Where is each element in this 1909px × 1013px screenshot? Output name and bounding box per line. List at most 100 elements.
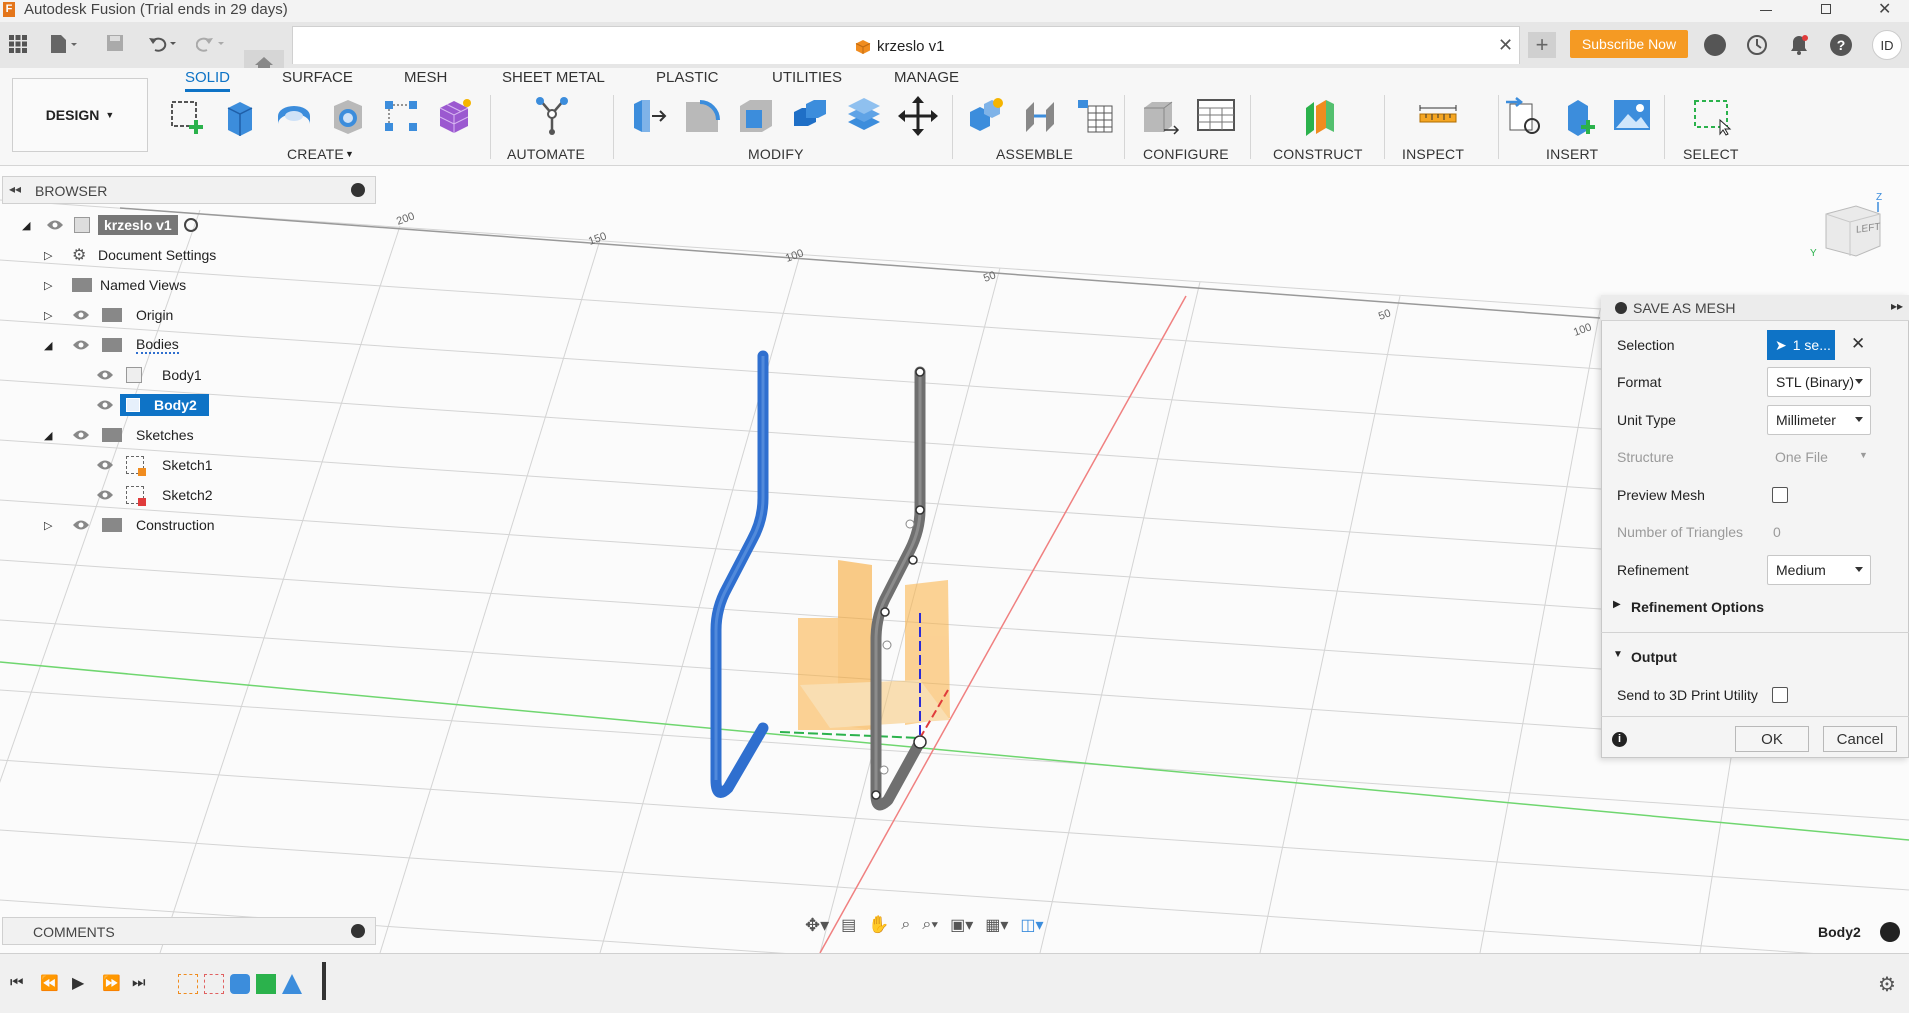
offset-plane-icon[interactable] [1300,96,1340,136]
timeline-sketch1-icon[interactable] [178,974,198,994]
format-select[interactable]: STL (Binary) [1767,367,1871,397]
activate-radio-icon[interactable] [183,218,198,232]
browser-item-document-settings[interactable]: ▷ ⚙ Document Settings [44,242,216,268]
browser-item-construction[interactable]: ▷ Construction [44,512,215,538]
timeline-sketch-active-icon[interactable] [282,974,302,994]
expand-triangle-icon[interactable]: ▷ [44,309,72,322]
fillet-icon[interactable] [682,96,722,136]
create-form-icon[interactable] [434,96,474,136]
add-comment-icon[interactable] [351,924,365,938]
revolve-icon[interactable] [274,96,314,136]
collapse-triangle-icon[interactable]: ◢ [44,339,72,352]
visibility-eye-icon[interactable] [72,309,90,321]
preview-mesh-checkbox[interactable] [1772,487,1788,503]
new-component-icon[interactable] [966,96,1006,136]
grid-snap-icon[interactable]: ▦▾ [985,915,1008,935]
group-assemble[interactable]: ASSEMBLE [996,146,1073,162]
go-to-end-icon[interactable]: ⏭ [132,974,146,991]
visibility-eye-icon[interactable] [96,399,114,411]
group-inspect[interactable]: INSPECT [1402,146,1464,162]
hole-icon[interactable] [328,96,368,136]
tab-sheet-metal[interactable]: SHEET METAL [502,69,605,86]
file-menu-icon[interactable] [46,32,82,56]
selection-filter-icon[interactable] [1880,922,1900,942]
notifications-icon[interactable] [1788,34,1810,56]
clear-selection-icon[interactable]: ✕ [1851,334,1865,354]
group-construct[interactable]: CONSTRUCT [1273,146,1363,162]
save-icon[interactable] [104,32,126,54]
group-create[interactable]: CREATE [287,146,344,162]
expand-triangle-icon[interactable]: ▶ [1613,599,1621,610]
cancel-button[interactable]: Cancel [1823,726,1897,752]
measure-icon[interactable] [1418,96,1458,136]
browser-item-sketch2[interactable]: Sketch2 [96,482,213,508]
pan-icon[interactable]: ✋ [868,915,889,935]
extrude-icon[interactable] [220,96,260,136]
visibility-eye-icon[interactable] [96,489,114,501]
expand-triangle-icon[interactable]: ▷ [44,249,72,262]
close-tab-icon[interactable]: ✕ [1498,35,1513,56]
browser-minus-icon[interactable] [351,183,365,197]
insert-mcmaster-icon[interactable] [1560,96,1600,136]
select-window-icon[interactable] [1692,96,1732,136]
visibility-eye-icon[interactable] [96,459,114,471]
timeline-plane-icon[interactable] [256,974,276,994]
fit-icon[interactable]: ⌕▾ [922,916,938,934]
timeline-sweep-icon[interactable] [230,974,250,994]
group-select[interactable]: SELECT [1683,146,1739,162]
output-row[interactable]: ▼ Output [1613,640,1908,674]
group-configure[interactable]: CONFIGURE [1143,146,1229,162]
group-insert[interactable]: INSERT [1546,146,1598,162]
visibility-eye-icon[interactable] [72,339,90,351]
collapse-triangle-icon[interactable]: ◢ [44,429,72,442]
browser-item-sketches[interactable]: ◢ Sketches [44,422,194,448]
info-icon[interactable]: i [1612,732,1627,747]
redo-icon[interactable] [194,32,230,54]
browser-item-origin[interactable]: ▷ Origin [44,302,173,328]
browser-item-body1[interactable]: Body1 [96,362,202,388]
look-at-icon[interactable]: ▤ [841,915,856,935]
selection-button[interactable]: ➤ 1 se... [1767,330,1835,360]
comments-panel[interactable]: COMMENTS [2,917,376,945]
create-sketch-icon[interactable] [168,96,208,136]
browser-item-bodies[interactable]: ◢ Bodies [44,332,179,358]
insert-derive-icon[interactable] [1504,96,1544,136]
zoom-icon[interactable]: ⌕ [901,916,910,934]
collapse-browser-icon[interactable]: ◂◂ [9,182,21,196]
timeline-settings-icon[interactable]: ⚙ [1878,972,1896,997]
visibility-eye-icon[interactable] [72,429,90,441]
tab-surface[interactable]: SURFACE [282,69,353,86]
automate-icon[interactable] [532,96,572,136]
offset-face-icon[interactable] [844,96,884,136]
expand-triangle-icon[interactable]: ▷ [44,519,72,532]
tab-manage[interactable]: MANAGE [894,69,959,86]
ok-button[interactable]: OK [1735,726,1809,752]
timeline-sketch2-icon[interactable] [204,974,224,994]
send-print-checkbox[interactable] [1772,687,1788,703]
dialog-minus-icon[interactable] [1615,302,1627,314]
group-modify[interactable]: MODIFY [748,146,804,162]
tab-utilities[interactable]: UTILITIES [772,69,842,86]
visibility-eye-icon[interactable] [46,219,64,231]
collapse-triangle-icon[interactable]: ◢ [22,219,46,232]
combine-icon[interactable] [790,96,830,136]
design-workspace-button[interactable]: DESIGN ▼ [12,78,148,152]
pattern-icon[interactable] [382,96,422,136]
shell-icon[interactable] [736,96,776,136]
refinement-select[interactable]: Medium [1767,555,1871,585]
user-avatar[interactable]: ID [1872,30,1902,60]
restore-icon[interactable] [1821,4,1831,14]
group-automate[interactable]: AUTOMATE [507,146,585,162]
step-forward-icon[interactable]: ⏩ [102,974,121,992]
help-icon[interactable]: ? [1830,34,1852,56]
dialog-expand-icon[interactable]: ▸▸ [1891,299,1903,313]
configuration-table-icon[interactable] [1196,96,1236,136]
tab-solid[interactable]: SOLID [185,69,231,92]
browser-item-named-views[interactable]: ▷ Named Views [44,272,186,298]
browser-item-body2[interactable]: Body2 [96,392,209,418]
press-pull-icon[interactable] [628,96,668,136]
extensions-icon[interactable] [1704,34,1726,56]
joint-icon[interactable] [1020,96,1060,136]
display-settings-icon[interactable]: ▣▾ [950,915,973,935]
orbit-icon[interactable]: ✥▾ [805,915,829,936]
